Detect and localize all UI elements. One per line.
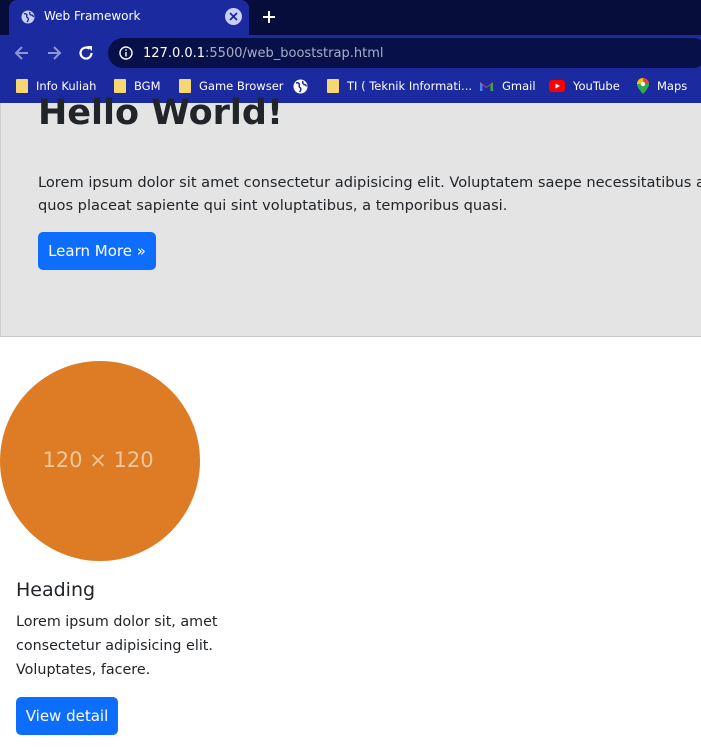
maps-icon [637, 78, 649, 94]
url-path: :5500/web_booststrap.html [205, 46, 384, 61]
bookmark-label: Game Browser [199, 79, 284, 93]
placeholder-label: 120 × 120 [42, 448, 154, 472]
gmail-icon [480, 82, 493, 91]
jumbotron: Hello World! Lorem ipsum dolor sit amet … [0, 93, 701, 337]
reload-icon[interactable] [77, 44, 95, 62]
globe-icon [293, 79, 308, 93]
bookmark-label: YouTube [573, 79, 620, 93]
hero-paragraph: Lorem ipsum dolor sit amet consectetur a… [38, 171, 701, 217]
hero-text-line: quos placeat sapiente qui sint voluptati… [38, 197, 508, 214]
card-heading: Heading [16, 579, 96, 601]
bookmark-label: BGM [134, 79, 161, 93]
address-bar[interactable]: 127.0.0.1:5500/web_booststrap.html [108, 38, 701, 68]
site-info-icon[interactable] [119, 46, 133, 60]
page-title: Hello World! [38, 93, 283, 133]
bookmark-gmail[interactable]: Gmail [479, 77, 536, 95]
browser-toolbar: 127.0.0.1:5500/web_booststrap.html [0, 35, 701, 70]
bookmark-label: Maps [657, 79, 688, 93]
url-text: 127.0.0.1:5500/web_booststrap.html [143, 46, 383, 61]
back-icon[interactable] [13, 44, 31, 62]
card-text: Lorem ipsum dolor sit, amet consectetur … [16, 614, 218, 678]
new-tab-icon[interactable] [261, 9, 277, 25]
bookmark-label: Info Kuliah [36, 79, 97, 93]
forward-icon[interactable] [45, 44, 63, 62]
tab-title: Web Framework [44, 9, 141, 23]
bookmark-youtube[interactable]: YouTube [549, 77, 620, 95]
folder-icon [16, 79, 28, 93]
learn-more-button[interactable]: Learn More » [38, 232, 156, 270]
bookmark-maps[interactable]: Maps [637, 77, 687, 95]
close-tab-icon[interactable] [225, 8, 242, 25]
view-detail-button[interactable]: View detail [16, 697, 118, 735]
bookmark-globe[interactable] [293, 77, 308, 95]
tab-web-framework[interactable]: Web Framework [9, 0, 249, 35]
bookmark-label: Gmail [502, 79, 536, 93]
globe-icon [21, 10, 35, 24]
folder-icon [114, 79, 126, 93]
folder-icon [179, 79, 191, 93]
bookmark-label: TI ( Teknik Informati... [347, 79, 473, 93]
hero-text-line: Lorem ipsum dolor sit amet consectetur a… [38, 174, 701, 191]
youtube-icon [549, 80, 565, 92]
tab-strip: Web Framework [0, 0, 701, 35]
bookmark-ti-teknik-informatika[interactable]: TI ( Teknik Informati... [327, 77, 472, 95]
placeholder-image: 120 × 120 [0, 361, 200, 561]
url-host: 127.0.0.1 [143, 46, 206, 61]
folder-icon [327, 79, 339, 93]
